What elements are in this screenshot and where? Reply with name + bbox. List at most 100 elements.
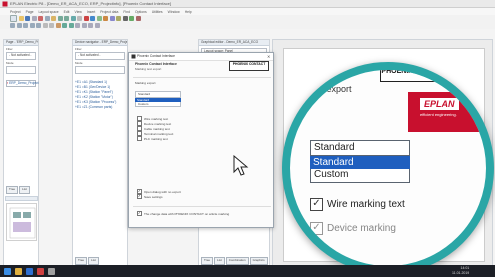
dialog-close-icon[interactable]: ✕ <box>267 54 270 59</box>
line-icon[interactable] <box>10 23 15 28</box>
trim-icon[interactable] <box>94 23 100 28</box>
grid-icon[interactable] <box>77 16 82 21</box>
menu-insert[interactable]: Insert <box>87 10 95 14</box>
rect-icon[interactable] <box>16 23 22 28</box>
dimension-icon[interactable] <box>42 23 48 28</box>
menu-project[interactable]: Project <box>10 10 21 14</box>
tab-list[interactable]: List <box>19 186 30 194</box>
menu-find[interactable]: Find <box>123 10 130 14</box>
tree-item-project[interactable]: ▪ ERP_Demo_Project <box>7 81 39 86</box>
device-tree-item[interactable]: +E1 =Z1 (Common parts) <box>75 105 125 110</box>
marking-export-current[interactable]: Standard <box>135 91 181 98</box>
marking-export-select[interactable]: Standard Standard Custom <box>135 91 181 107</box>
checkbox-label: Open dialog with no export <box>144 189 181 194</box>
zoom-icon[interactable] <box>70 16 76 21</box>
checkbox-checked-icon[interactable]: ✓ <box>310 198 323 211</box>
checkbox-icon[interactable]: ✓ <box>137 194 142 199</box>
cable-icon[interactable] <box>103 16 108 21</box>
snap-icon[interactable] <box>62 23 67 28</box>
menu-edit[interactable]: Edit <box>64 10 70 14</box>
divider <box>133 77 271 78</box>
tab-tree[interactable]: Tree <box>201 257 214 265</box>
checkbox-label: Terminal marking text <box>144 131 174 136</box>
symbol-icon[interactable] <box>83 16 89 21</box>
layer-icon[interactable] <box>55 23 61 28</box>
tab-list[interactable]: List <box>214 257 225 265</box>
tree-item-project-label: ERP_Demo_Project <box>9 81 39 85</box>
checkbox-footer[interactable]: ✓ The change data with PHOENIX CONTACT on… <box>137 211 229 216</box>
page-mode-field[interactable] <box>6 66 36 74</box>
page-filter-select[interactable]: - Not activated - <box>6 52 36 60</box>
eplan-logo: EPLAN <box>420 98 459 110</box>
redo-icon[interactable] <box>64 16 69 21</box>
copy-icon[interactable] <box>44 16 50 21</box>
mag-option-standard[interactable]: Standard <box>310 156 410 169</box>
tab-tree[interactable]: Tree <box>75 257 88 265</box>
ortho-icon[interactable] <box>68 23 74 28</box>
explorer-icon[interactable] <box>15 267 22 275</box>
print-icon[interactable] <box>31 16 37 21</box>
device-mode-field[interactable] <box>75 66 125 74</box>
clock-date: 11.01.2019 <box>452 271 470 275</box>
checkbox-icon[interactable] <box>137 136 142 141</box>
menu-view[interactable]: View <box>75 10 82 14</box>
schematic-preview <box>9 207 36 239</box>
paste-icon[interactable] <box>51 16 56 21</box>
menu-layout-space[interactable]: Layout space <box>38 10 58 14</box>
hatch-icon[interactable] <box>49 23 54 28</box>
window-title: EPLAN Electric P8 - [Demo_ER_ACA_ECO, ER… <box>10 1 171 6</box>
dialog-icon <box>131 54 136 59</box>
circle-icon[interactable] <box>23 23 28 28</box>
menu-options[interactable]: Options <box>135 10 147 14</box>
checkbox-label: PLC marking text <box>144 136 168 141</box>
mirror-icon[interactable] <box>75 23 80 28</box>
option-custom[interactable]: Custom <box>135 102 181 107</box>
undo-icon[interactable] <box>57 16 63 21</box>
text-icon[interactable] <box>122 16 128 21</box>
phoenix-logo: PHOENIX CONTACT <box>229 61 269 71</box>
open-icon[interactable] <box>18 16 24 21</box>
macro-icon[interactable] <box>116 16 121 21</box>
menu-utilities[interactable]: Utilities <box>152 10 163 14</box>
scale-icon[interactable] <box>88 23 93 28</box>
tab-combination[interactable]: Combination <box>225 257 249 265</box>
app-taskbar-icon[interactable] <box>48 267 55 275</box>
checkbox-checked-icon[interactable]: ✓ <box>310 222 323 235</box>
cut-icon[interactable] <box>38 16 43 21</box>
page-navigator-panel: Page - 'ERP_Demo_Project' Filter - Not a… <box>3 39 39 267</box>
device-filter-select[interactable]: - Not activated - <box>75 52 125 60</box>
plc-icon[interactable] <box>109 16 115 21</box>
checkbox-open-dialog[interactable]: ✓ Open dialog with no export <box>137 189 181 194</box>
checkbox-save-settings[interactable]: ✓ Save settings <box>137 194 181 199</box>
terminal-icon[interactable] <box>96 16 102 21</box>
mag-checkbox-label: Wire marking text <box>327 199 405 210</box>
connection-icon[interactable] <box>90 16 95 21</box>
checkbox-label: Cable marking text <box>144 126 170 131</box>
menu-project-data[interactable]: Project data <box>100 10 118 14</box>
menu-page[interactable]: Page <box>26 10 34 14</box>
arc-icon[interactable] <box>29 23 35 28</box>
graphic-icon[interactable] <box>129 16 134 21</box>
rotate-icon[interactable] <box>81 23 87 28</box>
new-icon[interactable] <box>10 15 17 22</box>
tab-graphics[interactable]: Graphics <box>249 257 268 265</box>
window-title-bar: EPLAN Electric P8 - [Demo_ER_ACA_ECO, ER… <box>0 0 495 8</box>
save-icon[interactable] <box>25 16 30 21</box>
start-icon[interactable] <box>4 267 11 275</box>
polyline-icon[interactable] <box>36 23 41 28</box>
report-icon[interactable] <box>135 16 141 21</box>
tab-list[interactable]: List <box>88 257 99 265</box>
mag-checkbox-device-marking[interactable]: ✓ Device marking <box>310 222 396 235</box>
mag-select-current[interactable]: Standard <box>310 140 410 156</box>
mag-checkbox-wire-marking[interactable]: ✓ Wire marking text <box>310 198 405 211</box>
mag-option-custom[interactable]: Custom <box>310 169 410 183</box>
menu-help[interactable]: Help <box>185 10 192 14</box>
tab-tree[interactable]: Tree <box>6 186 19 194</box>
checkbox-plc-marking[interactable]: PLC marking text <box>137 136 173 141</box>
menu-window[interactable]: Window <box>168 10 180 14</box>
eplan-taskbar-icon[interactable] <box>37 267 44 275</box>
mag-marking-export-select[interactable]: Standard Standard Custom <box>310 140 410 183</box>
preview-thumbnail <box>6 203 37 241</box>
browser-icon[interactable] <box>26 267 33 275</box>
checkbox-icon[interactable]: ✓ <box>137 211 142 216</box>
